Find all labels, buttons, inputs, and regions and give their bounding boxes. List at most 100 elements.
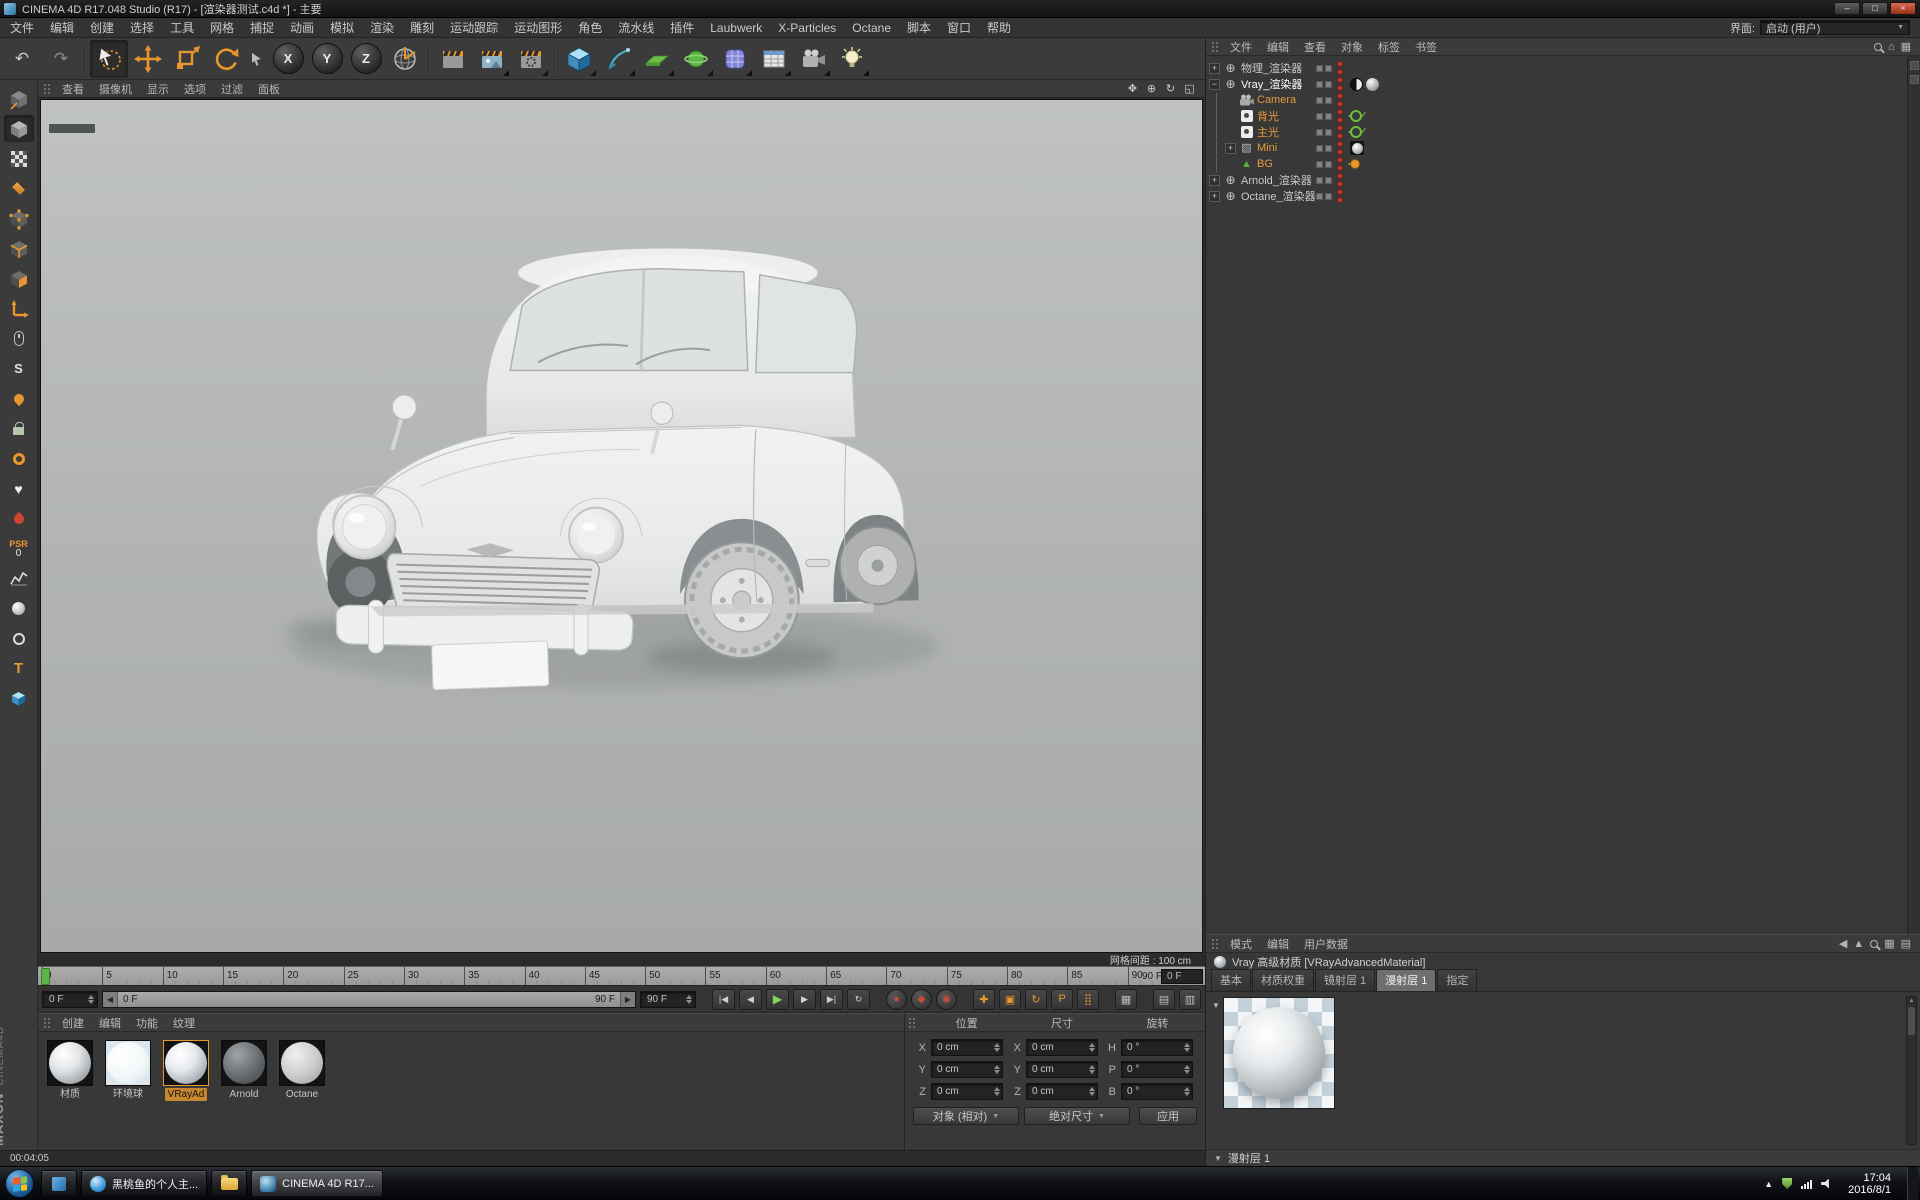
panel-grip[interactable]	[43, 1017, 51, 1029]
viewport-menu-cameras[interactable]: 摄像机	[92, 81, 139, 97]
pan-view-icon[interactable]: ✥	[1125, 82, 1140, 95]
lock-y-axis-button[interactable]: Y	[308, 40, 346, 78]
autokey-button[interactable]: ◆	[911, 989, 932, 1010]
editor-visibility-dot[interactable]	[1337, 77, 1343, 83]
panel-grip[interactable]	[1211, 938, 1219, 950]
attr-menu-userdata[interactable]: 用户数据	[1297, 936, 1355, 952]
om-menu-view[interactable]: 查看	[1297, 39, 1333, 55]
rotation-p-field[interactable]: 0 °	[1121, 1061, 1193, 1078]
render-visibility-dot[interactable]	[1337, 101, 1343, 107]
lock-z-axis-button[interactable]: Z	[347, 40, 385, 78]
layer-toggle[interactable]	[1316, 65, 1323, 72]
panel-grip[interactable]	[43, 83, 51, 95]
editor-visibility-dot[interactable]	[1337, 173, 1343, 179]
record-options-button[interactable]: ◉	[936, 989, 957, 1010]
rotate-tool-button[interactable]	[207, 40, 245, 78]
editor-visibility-dot[interactable]	[1337, 61, 1343, 67]
panel-tab[interactable]	[1910, 75, 1919, 84]
material-item-octane[interactable]: Octane	[278, 1040, 326, 1142]
orbit-view-icon[interactable]: ↻	[1163, 82, 1178, 95]
tab-diffuse-layer[interactable]: 漫射层 1	[1376, 969, 1436, 991]
quick-launch-button[interactable]	[41, 1170, 77, 1197]
add-mograph-button[interactable]	[755, 40, 793, 78]
size-mode-select[interactable]: 绝对尺寸▼	[1024, 1107, 1130, 1125]
ruler-frame-box[interactable]: 0 F	[1161, 969, 1203, 984]
object-name[interactable]: BG	[1257, 158, 1273, 170]
om-menu-objects[interactable]: 对象	[1334, 39, 1370, 55]
add-primitive-button[interactable]	[560, 40, 598, 78]
object-name[interactable]: Arnold_渲染器	[1241, 172, 1312, 188]
om-menu-bookmarks[interactable]: 书签	[1408, 39, 1444, 55]
end-frame-spinner[interactable]	[686, 995, 692, 1004]
lock-x-axis-button[interactable]: X	[269, 40, 307, 78]
material-preview[interactable]	[1223, 997, 1335, 1109]
interface-select[interactable]: 启动 (用户) ▼	[1760, 20, 1910, 35]
panel-tab[interactable]	[1910, 61, 1919, 70]
position-y-field[interactable]: 0 cm	[931, 1061, 1003, 1078]
menu-item-select[interactable]: 选择	[122, 18, 162, 38]
maximize-button[interactable]: □	[1862, 2, 1888, 15]
taskbar-item-cinema4d[interactable]: CINEMA 4D R17...	[251, 1170, 383, 1197]
timeline-mode-button[interactable]: ▤	[1153, 989, 1175, 1010]
volume-icon[interactable]	[1821, 1179, 1832, 1189]
make-editable-button[interactable]	[4, 85, 34, 112]
action-center-icon[interactable]	[1782, 1178, 1792, 1189]
menu-item-x-particles[interactable]: X-Particles	[770, 18, 844, 38]
render-settings-button[interactable]	[512, 40, 550, 78]
frame-spinner[interactable]	[88, 995, 94, 1004]
favorites-button[interactable]: ♥	[4, 475, 34, 502]
live-selection-button[interactable]	[90, 40, 128, 78]
om-menu-tags[interactable]: 标签	[1371, 39, 1407, 55]
render-visibility-dot[interactable]	[1337, 197, 1343, 203]
menu-item-sculpt[interactable]: 雕刻	[402, 18, 442, 38]
scale-tool-button[interactable]	[168, 40, 206, 78]
search-icon[interactable]	[1870, 940, 1878, 948]
rotation-b-field[interactable]: 0 °	[1121, 1083, 1193, 1100]
timeline-ruler[interactable]: 051015202530354045505560657075808590 90 …	[38, 966, 1205, 986]
up-icon[interactable]: ▲	[1853, 938, 1864, 950]
render-picture-viewer-button[interactable]	[473, 40, 511, 78]
tab-material-weight[interactable]: 材质权重	[1252, 969, 1314, 991]
prev-frame-button[interactable]: ◀	[739, 989, 762, 1010]
points-mode-button[interactable]	[4, 205, 34, 232]
size-x-field[interactable]: 0 cm	[1026, 1039, 1098, 1056]
menu-item-file[interactable]: 文件	[2, 18, 42, 38]
layer-toggle[interactable]	[1316, 193, 1323, 200]
object-name[interactable]: Camera	[1257, 94, 1296, 106]
viewport-solo-button[interactable]	[4, 325, 34, 352]
record-pla-toggle[interactable]: ⣿	[1077, 989, 1099, 1010]
render-visibility-dot[interactable]	[1337, 181, 1343, 187]
object-row-bg[interactable]: ▲ BG ✓	[1206, 156, 1907, 172]
menu-item-snap[interactable]: 捕捉	[242, 18, 282, 38]
texture-tag-icon[interactable]	[1350, 141, 1364, 155]
attr-menu-edit[interactable]: 编辑	[1260, 936, 1296, 952]
menu-item-laubwerk[interactable]: Laubwerk	[702, 18, 770, 38]
object-row-camera[interactable]: Camera	[1206, 92, 1907, 108]
size-z-field[interactable]: 0 cm	[1026, 1083, 1098, 1100]
graph-tool-button[interactable]	[4, 565, 34, 592]
object-name[interactable]: 主光	[1257, 124, 1279, 140]
om-menu-file[interactable]: 文件	[1223, 39, 1259, 55]
apply-button[interactable]: 应用	[1139, 1107, 1197, 1125]
timeline-playhead[interactable]	[41, 968, 50, 985]
material-menu-create[interactable]: 创建	[55, 1015, 91, 1031]
object-name[interactable]: Octane_渲染器	[1241, 188, 1316, 204]
material-menu-texture[interactable]: 纹理	[166, 1015, 202, 1031]
add-deformer-button[interactable]	[716, 40, 754, 78]
play-button[interactable]: ▶	[766, 989, 789, 1010]
paint-tool-button[interactable]	[4, 385, 34, 412]
menu-item-simulate[interactable]: 模拟	[322, 18, 362, 38]
start-button[interactable]	[5, 1169, 34, 1198]
position-z-field[interactable]: 0 cm	[931, 1083, 1003, 1100]
go-end-button[interactable]: ▶|	[820, 989, 843, 1010]
attr-menu-mode[interactable]: 模式	[1223, 936, 1259, 952]
layer-toggle[interactable]	[1316, 161, 1323, 168]
current-frame-field[interactable]: 0 F	[42, 991, 98, 1008]
tab-assign[interactable]: 指定	[1437, 969, 1477, 991]
material-tag-icon[interactable]	[1350, 159, 1360, 169]
mini-car-model[interactable]	[41, 100, 1202, 952]
collapse-arrow-icon[interactable]: ▼	[1212, 1001, 1220, 1010]
home-icon[interactable]: ⌂	[1888, 41, 1895, 53]
object-name[interactable]: Mini	[1257, 142, 1277, 154]
redo-button[interactable]: ↷	[42, 40, 80, 78]
